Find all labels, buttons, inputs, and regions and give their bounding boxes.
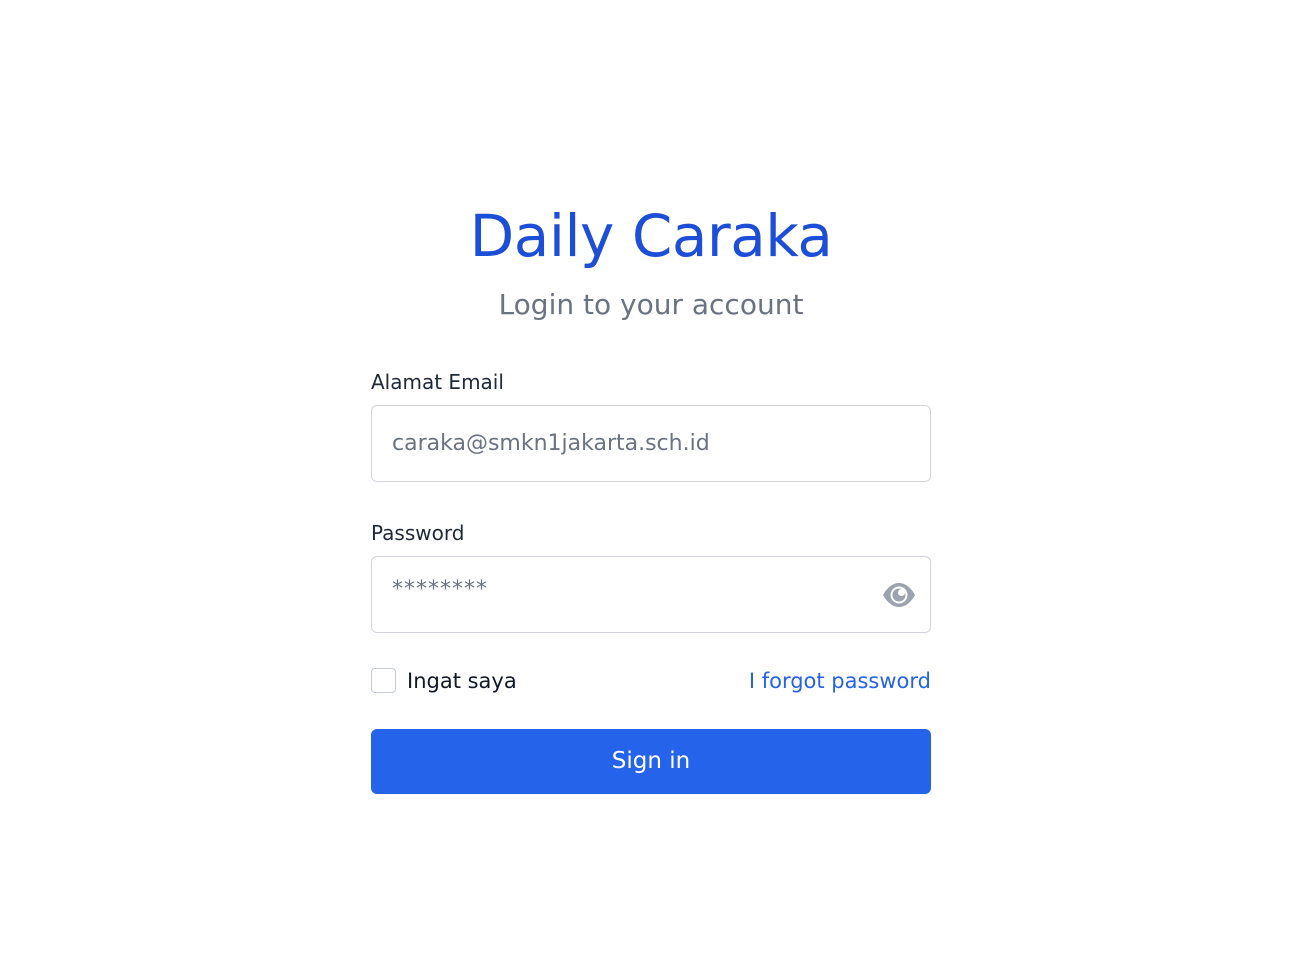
remember-label[interactable]: Ingat saya (407, 668, 517, 694)
page-subtitle: Login to your account (498, 288, 804, 321)
forgot-password-link[interactable]: I forgot password (749, 668, 931, 694)
password-label: Password (371, 521, 465, 545)
email-field[interactable]: caraka@smkn1jakarta.sch.id (371, 405, 931, 482)
remember-checkbox[interactable] (371, 668, 396, 693)
password-input-value[interactable]: ******** (392, 575, 488, 605)
sign-in-button[interactable]: Sign in (371, 729, 931, 794)
email-input-value[interactable]: caraka@smkn1jakarta.sch.id (392, 406, 710, 481)
page-title: Daily Caraka (469, 202, 833, 270)
options-row: Ingat saya I forgot password (371, 668, 931, 694)
email-label: Alamat Email (371, 370, 504, 394)
eye-icon[interactable] (882, 579, 916, 611)
login-page: Daily Caraka Login to your account Alama… (0, 0, 1293, 965)
login-form: Alamat Email caraka@smkn1jakarta.sch.id … (371, 368, 931, 794)
password-field[interactable]: ******** (371, 556, 931, 633)
